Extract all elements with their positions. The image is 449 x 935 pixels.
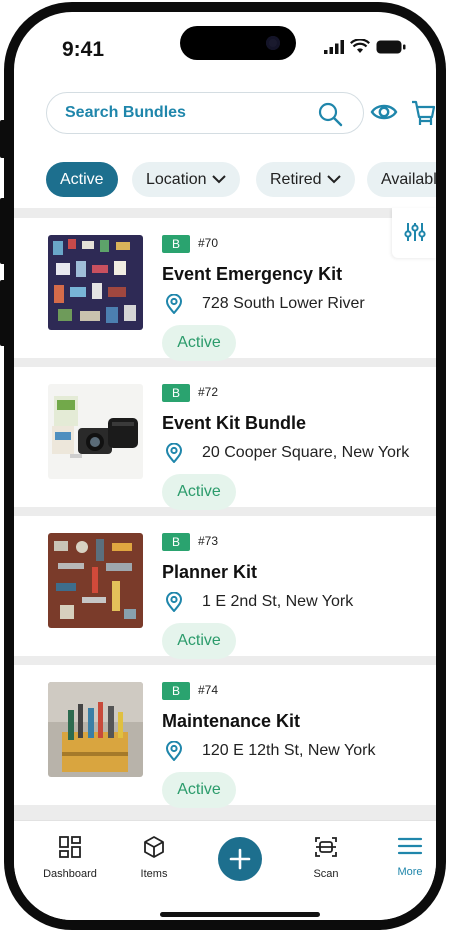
chevron-down-icon <box>211 175 226 184</box>
bundle-title: Planner Kit <box>162 562 258 582</box>
nav-dashboard[interactable]: Dashboard <box>30 835 110 880</box>
location-pin-icon <box>165 592 183 612</box>
bundle-title: Event Kit Bundle <box>162 413 307 433</box>
side-button <box>0 280 6 346</box>
nav-scan[interactable]: Scan <box>286 835 366 880</box>
home-indicator <box>160 912 320 917</box>
bundle-badge: B <box>162 533 190 551</box>
box-icon <box>144 836 164 858</box>
scan-icon <box>315 837 337 857</box>
bundle-address: 20 Cooper Square, New York <box>202 444 410 461</box>
eye-icon[interactable] <box>370 102 398 122</box>
list-item[interactable]: B #74 Maintenance Kit 120 E 12th St, New… <box>14 665 436 808</box>
nav-more[interactable]: More <box>370 835 436 878</box>
location-pin-icon <box>165 741 183 761</box>
chip-label: Retired <box>270 170 322 188</box>
bundle-thumbnail <box>48 235 143 330</box>
side-button <box>0 198 6 264</box>
list-item[interactable]: B #70 Event Emergency Kit 728 South Lowe… <box>14 218 436 361</box>
nav-label: Dashboard <box>43 868 97 880</box>
bundle-list: B #70 Event Emergency Kit 728 South Lowe… <box>14 208 436 828</box>
filter-chip-available[interactable]: Available <box>367 162 436 197</box>
signal-icon <box>324 39 344 54</box>
dashboard-icon <box>59 836 81 858</box>
wifi-icon <box>350 39 370 53</box>
bundle-address: 1 E 2nd St, New York <box>202 593 354 610</box>
status-badge: Active <box>162 623 236 659</box>
bundle-thumbnail <box>48 682 143 777</box>
filter-chip-location[interactable]: Location <box>132 162 240 197</box>
status-time: 9:41 <box>62 38 105 61</box>
bundle-number: #73 <box>198 534 219 548</box>
filter-chip-active[interactable]: Active <box>46 162 118 197</box>
nav-label: Scan <box>313 868 339 880</box>
nav-label: Items <box>140 868 168 880</box>
list-item[interactable]: B #73 Planner Kit 1 E 2nd St, New York A… <box>14 516 436 659</box>
bundle-title: Event Emergency Kit <box>162 264 343 284</box>
location-pin-icon <box>165 443 183 463</box>
bundle-number: #72 <box>198 385 219 399</box>
bundle-number: #74 <box>198 683 219 697</box>
chip-label: Available <box>381 170 436 188</box>
sliders-icon <box>404 223 426 241</box>
location-pin-icon <box>165 294 183 314</box>
search-placeholder: Search Bundles <box>65 104 186 121</box>
nav-label: More <box>397 866 423 878</box>
battery-icon <box>376 40 406 53</box>
dynamic-island <box>180 26 296 60</box>
status-badge: Active <box>162 474 236 510</box>
screen: 9:41 Search Bundles Active Location Reti… <box>14 12 436 920</box>
menu-icon <box>397 837 423 855</box>
bundle-thumbnail <box>48 384 143 479</box>
add-button[interactable] <box>218 837 262 881</box>
status-badge: Active <box>162 772 236 808</box>
chip-label: Location <box>146 170 207 188</box>
search-icon[interactable] <box>317 101 343 127</box>
filter-chip-retired[interactable]: Retired <box>256 162 355 197</box>
side-button <box>0 120 6 158</box>
bundle-badge: B <box>162 682 190 700</box>
phone-frame: 9:41 Search Bundles Active Location Reti… <box>0 2 446 930</box>
search-input[interactable]: Search Bundles <box>46 92 364 134</box>
bundle-number: #70 <box>198 236 219 250</box>
bundle-badge: B <box>162 235 190 253</box>
cart-icon[interactable] <box>410 99 436 127</box>
bundle-thumbnail <box>48 533 143 628</box>
plus-icon <box>229 848 251 870</box>
nav-items[interactable]: Items <box>114 835 194 880</box>
list-item[interactable]: B #72 Event Kit Bundle 20 Cooper Square,… <box>14 367 436 510</box>
filter-settings-button[interactable] <box>392 208 436 258</box>
bundle-title: Maintenance Kit <box>162 711 301 731</box>
bottom-nav: Dashboard Items Scan More <box>14 820 436 920</box>
bundle-badge: B <box>162 384 190 402</box>
status-icons <box>324 39 406 54</box>
chip-label: Active <box>60 170 104 188</box>
status-badge: Active <box>162 325 236 361</box>
status-bar: 9:41 <box>14 12 436 82</box>
bundle-address: 728 South Lower River <box>202 295 365 312</box>
bundle-address: 120 E 12th St, New York <box>202 742 376 759</box>
chevron-down-icon <box>326 175 341 184</box>
